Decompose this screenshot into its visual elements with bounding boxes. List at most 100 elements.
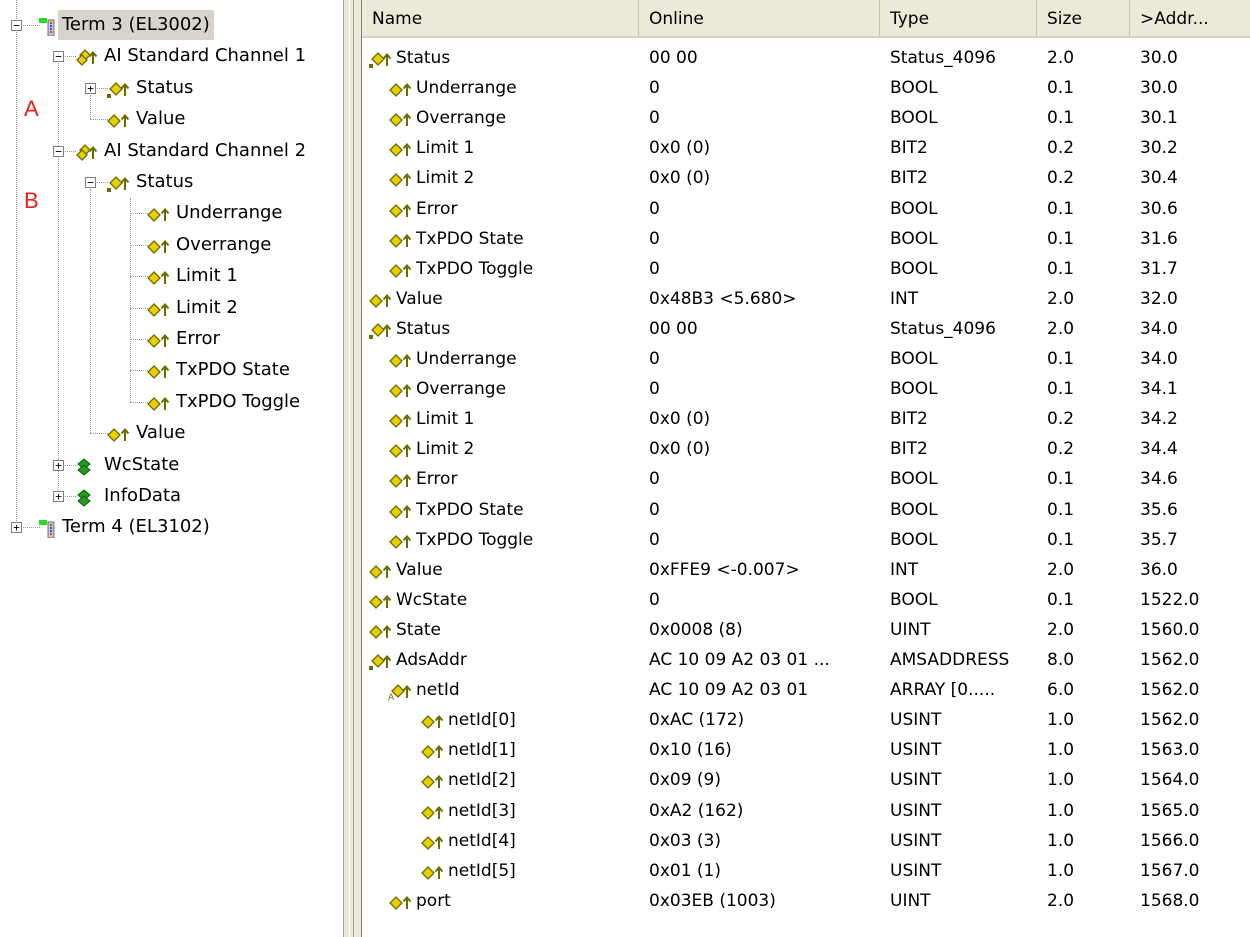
table-row[interactable]: netId[5] 0x01 (1) USINT 1.0 1567.0: [362, 857, 1250, 886]
table-row[interactable]: WcState 0 BOOL 0.1 1522.0: [362, 586, 1250, 615]
tree-node-label[interactable]: Limit 2: [176, 293, 238, 323]
tree-node-label[interactable]: Error: [176, 324, 220, 354]
online-cell: 0: [649, 529, 660, 550]
expand-icon[interactable]: +: [53, 491, 64, 502]
input-var-icon: [388, 201, 416, 219]
panel-splitter[interactable]: [343, 0, 362, 937]
tree-node[interactable]: TxPDO State: [0, 355, 343, 385]
tree-node-label[interactable]: Limit 1: [176, 261, 238, 291]
table-row[interactable]: Limit 1 0x0 (0) BIT2 0.2 34.2: [362, 405, 1250, 434]
addr-cell: 35.6: [1140, 499, 1178, 520]
tree-node[interactable]: + WcState: [0, 450, 343, 480]
tree-node[interactable]: Value: [0, 104, 343, 134]
type-cell: BOOL: [890, 198, 938, 219]
tree-node-label[interactable]: AI Standard Channel 2: [104, 136, 306, 166]
tree-node-label[interactable]: TxPDO Toggle: [176, 387, 300, 417]
tree-node-label[interactable]: Overrange: [176, 230, 271, 260]
table-row[interactable]: Error 0 BOOL 0.1 30.6: [362, 195, 1250, 224]
tree-node-label[interactable]: InfoData: [104, 481, 181, 511]
table-row[interactable]: port 0x03EB (1003) UINT 2.0 1568.0: [362, 887, 1250, 916]
online-cell: 0x10 (16): [649, 740, 732, 761]
variables-list-view[interactable]: Name Online Type Size >Addr... Status 00 …: [362, 0, 1250, 937]
tree-node-label[interactable]: Term 3 (EL3002): [58, 10, 214, 40]
tree-node[interactable]: Value: [0, 418, 343, 448]
online-cell: 0x09 (9): [649, 770, 721, 791]
tree-node-label[interactable]: Status: [136, 73, 193, 103]
expand-icon[interactable]: +: [11, 522, 22, 534]
input-var-icon: [388, 80, 416, 98]
tree-node[interactable]: Overrange: [0, 230, 343, 260]
table-row[interactable]: netId[1] 0x10 (16) USINT 1.0 1563.0: [362, 736, 1250, 765]
table-row[interactable]: Limit 2 0x0 (0) BIT2 0.2 30.4: [362, 164, 1250, 193]
tree-node-label[interactable]: Term 4 (EL3102): [62, 512, 210, 542]
collapse-icon[interactable]: −: [53, 51, 64, 63]
type-cell: USINT: [890, 770, 942, 791]
table-row[interactable]: TxPDO Toggle 0 BOOL 0.1 35.7: [362, 526, 1250, 555]
tree-node[interactable]: − AI Standard Channel 1: [0, 41, 343, 71]
column-header-type[interactable]: Type: [880, 0, 1037, 36]
tree-node-label[interactable]: WcState: [104, 450, 179, 480]
online-cell: 0x03EB (1003): [649, 890, 776, 911]
size-cell: 2.0: [1047, 48, 1075, 68]
type-cell: Status_4096: [890, 48, 996, 68]
type-cell: BOOL: [890, 529, 938, 550]
table-row[interactable]: Underrange 0 BOOL 0.1 30.0: [362, 74, 1250, 103]
type-cell: UINT: [890, 890, 931, 911]
column-header-name[interactable]: Name: [362, 0, 639, 36]
tree-node[interactable]: TxPDO Toggle: [0, 387, 343, 417]
tree-node[interactable]: + Status: [0, 73, 343, 103]
column-header-addr[interactable]: >Addr...: [1130, 0, 1250, 36]
table-row[interactable]: TxPDO State 0 BOOL 0.1 35.6: [362, 496, 1250, 525]
expand-icon[interactable]: +: [53, 459, 64, 471]
tree-node[interactable]: − Term 3 (EL3002): [0, 10, 343, 40]
tree-node-label[interactable]: TxPDO State: [176, 355, 290, 385]
table-row[interactable]: AdsAddr AC 10 09 A2 03 01 ... AMSADDRESS 8.…: [362, 646, 1250, 675]
tree-node-label[interactable]: Value: [136, 104, 185, 134]
column-header-online[interactable]: Online: [639, 0, 880, 36]
column-header-size[interactable]: Size: [1037, 0, 1130, 36]
table-row[interactable]: State 0x0008 (8) UINT 2.0 1560.0: [362, 616, 1250, 645]
terminal-icon: [32, 16, 60, 37]
online-cell: 0xAC (172): [649, 710, 745, 731]
table-row[interactable]: Limit 2 0x0 (0) BIT2 0.2 34.4: [362, 435, 1250, 464]
table-row[interactable]: TxPDO Toggle 0 BOOL 0.1 31.7: [362, 255, 1250, 284]
tree-node-label[interactable]: Status: [136, 167, 193, 197]
table-row[interactable]: netId[3] 0xA2 (162) USINT 1.0 1565.0: [362, 797, 1250, 826]
table-row[interactable]: netId[0] 0xAC (172) USINT 1.0 1562.0: [362, 706, 1250, 735]
tree-node[interactable]: Limit 1: [0, 261, 343, 291]
table-row[interactable]: Error 0 BOOL 0.1 34.6: [362, 465, 1250, 494]
io-tree-panel[interactable]: A B − Term 3 (EL3002) − AI Standard Channel…: [0, 0, 343, 937]
tree-node[interactable]: − AI Standard Channel 2: [0, 136, 343, 166]
table-row[interactable]: netId[4] 0x03 (3) USINT 1.0 1566.0: [362, 827, 1250, 856]
online-cell: AC 10 09 A2 03 01 ...: [649, 650, 830, 670]
collapse-icon[interactable]: −: [11, 20, 22, 31]
expand-icon[interactable]: +: [85, 82, 96, 94]
table-row[interactable]: TxPDO State 0 BOOL 0.1 31.6: [362, 225, 1250, 254]
tree-node[interactable]: − Status: [0, 167, 343, 197]
table-row[interactable]: Underrange 0 BOOL 0.1 34.0: [362, 345, 1250, 374]
table-row[interactable]: Overrange 0 BOOL 0.1 34.1: [362, 375, 1250, 404]
input-var-icon: [420, 742, 448, 760]
table-row[interactable]: Overrange 0 BOOL 0.1 30.1: [362, 104, 1250, 133]
tree-node[interactable]: Underrange: [0, 198, 343, 228]
tree-node[interactable]: Error: [0, 324, 343, 354]
collapse-icon[interactable]: −: [85, 177, 96, 188]
tree-node[interactable]: Limit 2: [0, 293, 343, 323]
online-cell: 0x0 (0): [649, 138, 711, 159]
tree-node[interactable]: + InfoData: [0, 481, 343, 511]
tree-node-label[interactable]: Underrange: [176, 198, 283, 228]
tree-node-label[interactable]: Value: [136, 418, 185, 448]
table-row[interactable]: Limit 1 0x0 (0) BIT2 0.2 30.2: [362, 134, 1250, 163]
input-var-icon: [388, 502, 416, 520]
input-var-icon: [388, 231, 416, 249]
collapse-icon[interactable]: −: [53, 145, 64, 157]
tree-node-label[interactable]: AI Standard Channel 1: [104, 41, 306, 71]
tree-node[interactable]: + Term 4 (EL3102): [0, 512, 343, 542]
table-row[interactable]: Status 00 00 Status_4096 2.0 34.0: [362, 315, 1250, 344]
table-row[interactable]: Value 0xFFE9 <-0.007> INT 2.0 36.0: [362, 556, 1250, 585]
table-row[interactable]: Value 0x48B3 <5.680> INT 2.0 32.0: [362, 285, 1250, 314]
table-row[interactable]: AnetId AC 10 09 A2 03 01 ARRAY [0..... 6.0 1…: [362, 676, 1250, 705]
table-row[interactable]: Status 00 00 Status_4096 2.0 30.0: [362, 44, 1250, 73]
table-row[interactable]: netId[2] 0x09 (9) USINT 1.0 1564.0: [362, 766, 1250, 795]
addr-cell: 34.6: [1140, 469, 1178, 490]
